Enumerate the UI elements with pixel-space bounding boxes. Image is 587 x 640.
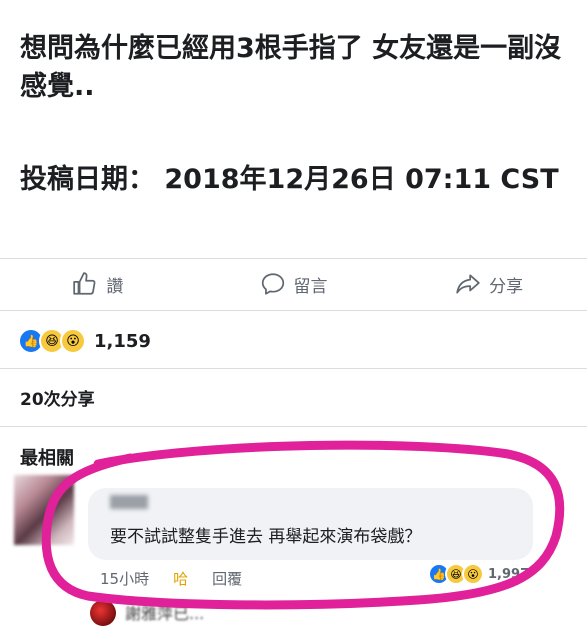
like-label: 讚 <box>106 276 124 297</box>
share-count[interactable]: 20次分享 <box>20 385 95 410</box>
comment-label: 留言 <box>293 276 328 297</box>
highlight-circle-annotation <box>41 440 565 610</box>
thumbs-up-icon <box>73 272 96 295</box>
wow-reaction-icon: 😮 <box>60 328 86 354</box>
divider <box>0 368 587 369</box>
post-actions-bar: 讚 留言 分享 <box>0 262 587 306</box>
divider <box>0 258 587 259</box>
comment-button[interactable]: 留言 <box>196 262 392 306</box>
post-reactions[interactable]: 👍 😆 😮 1,159 <box>18 328 151 354</box>
share-button[interactable]: 分享 <box>391 262 587 306</box>
share-label: 分享 <box>489 276 524 297</box>
comment-bubble-icon <box>261 273 284 295</box>
post-text: 想問為什麼已經用3根手指了 女友還是一副沒感覺.. <box>20 33 562 102</box>
divider <box>0 426 587 427</box>
divider <box>0 310 587 311</box>
post-date: 投稿日期： 2018年12月26日 07:11 CST <box>20 164 559 195</box>
like-button[interactable]: 讚 <box>0 262 196 306</box>
reaction-count: 1,159 <box>94 330 151 352</box>
share-arrow-icon <box>456 274 480 294</box>
